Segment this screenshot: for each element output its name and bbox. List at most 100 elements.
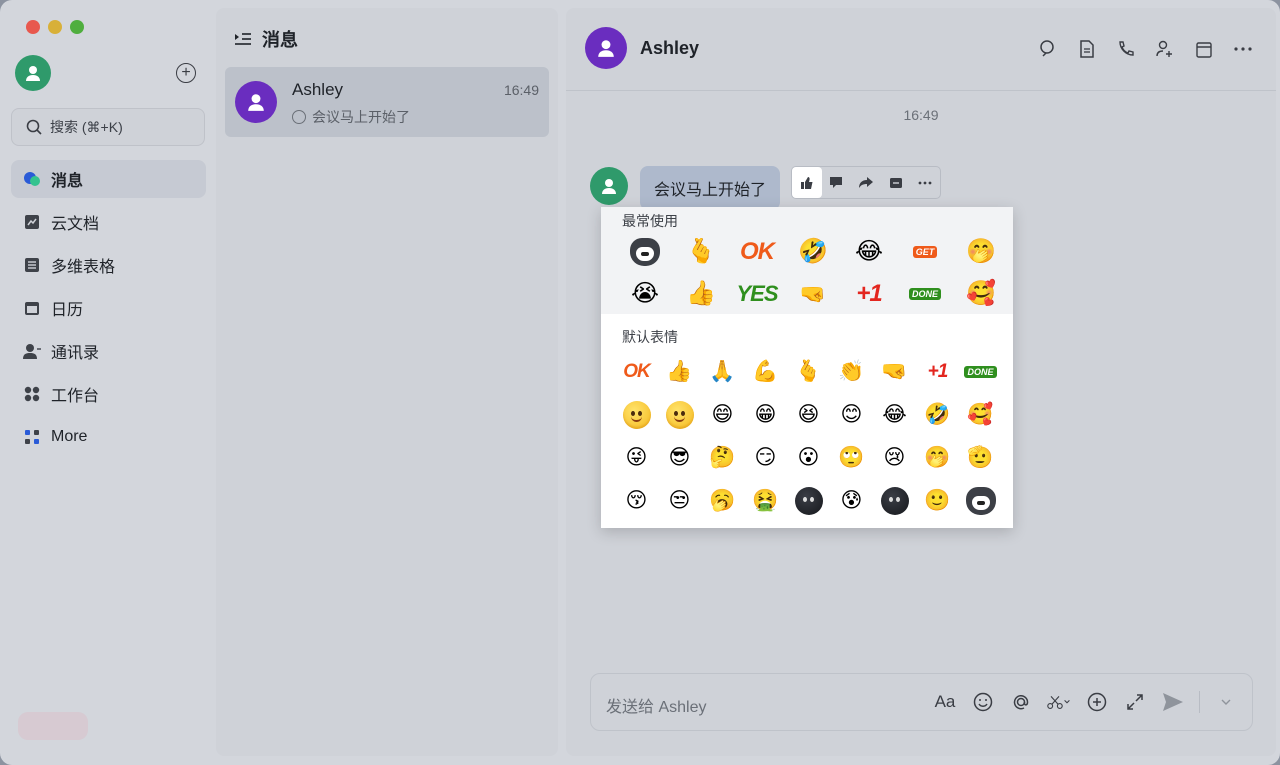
emoji-face[interactable]: 😄: [701, 393, 744, 436]
more-dots-icon: [918, 181, 932, 184]
emoji-done[interactable]: DONE: [897, 273, 953, 315]
emoji-face[interactable]: 😰: [830, 479, 873, 522]
default-section-title: 默认表情: [622, 329, 678, 345]
emoji-face[interactable]: [787, 479, 830, 522]
nav-item-label: 消息: [51, 173, 84, 190]
emoji-face[interactable]: 😜: [615, 436, 658, 479]
emoji-laugh[interactable]: 😂: [841, 231, 897, 273]
emoji-face[interactable]: [658, 393, 701, 436]
add-member-button[interactable]: [1154, 38, 1176, 60]
nav-item-cloud-docs[interactable]: 云文档: [11, 203, 206, 241]
emoji-thumbs-up[interactable]: 👍: [658, 350, 701, 393]
search-chat-button[interactable]: [1037, 38, 1059, 60]
emoji-heart-hug[interactable]: 🥰: [953, 273, 1009, 315]
nav-item-messages[interactable]: 消息: [11, 160, 206, 198]
user-avatar[interactable]: [15, 55, 51, 91]
docs-button[interactable]: [1076, 38, 1098, 60]
loudly-crying-icon: 😭: [630, 280, 660, 307]
search-box[interactable]: 搜索 (⌘+K): [11, 108, 205, 146]
create-new-button[interactable]: +: [176, 63, 196, 83]
emoji-face[interactable]: 🙂: [916, 479, 959, 522]
emoji-plus-one[interactable]: +1: [916, 350, 959, 393]
tears-of-joy-icon: 😂: [854, 238, 884, 265]
ok-sticker-text: OK: [740, 238, 775, 265]
emoji-face[interactable]: 🤭: [916, 436, 959, 479]
screenshot-button[interactable]: [1047, 690, 1071, 714]
emoji-face[interactable]: 😮: [787, 436, 830, 479]
nav-item-calendar[interactable]: 日历: [11, 289, 206, 327]
emoji-face[interactable]: 😏: [744, 436, 787, 479]
emoji-done[interactable]: DONE: [959, 350, 1002, 393]
pin-button[interactable]: [881, 167, 911, 198]
emoji-ok[interactable]: OK: [729, 231, 785, 273]
emoji-face[interactable]: 🥰: [959, 393, 1002, 436]
search-placeholder: 搜索 (⌘+K): [50, 119, 123, 135]
zoom-window-button[interactable]: [70, 20, 84, 34]
call-button[interactable]: [1115, 38, 1137, 60]
emoji-cry[interactable]: 😭: [617, 273, 673, 315]
emoji-face[interactable]: 😁: [744, 393, 787, 436]
emoji-ok[interactable]: OK: [615, 350, 658, 393]
conversation-item[interactable]: Ashley 16:49 会议马上开始了: [225, 67, 549, 137]
collapse-list-icon[interactable]: [234, 32, 252, 46]
emoji-face[interactable]: 😎: [658, 436, 701, 479]
emoji-clap[interactable]: 👏: [830, 350, 873, 393]
emoji-face[interactable]: 😊: [830, 393, 873, 436]
emoji-face[interactable]: 🤮: [744, 479, 787, 522]
emoji-face[interactable]: [873, 479, 916, 522]
emoji-face[interactable]: 🫡: [959, 436, 1002, 479]
plus-circle-icon: [1087, 692, 1107, 712]
emoji-face[interactable]: 😆: [787, 393, 830, 436]
hand-over-mouth-icon: 🤭: [924, 446, 951, 469]
nav-item-label: 日历: [51, 302, 84, 319]
nav-item-more[interactable]: More: [11, 418, 206, 456]
emoji-husky[interactable]: [617, 231, 673, 273]
fist-bump-icon: 🤜: [799, 282, 827, 306]
text-format-button[interactable]: Aa: [933, 690, 957, 714]
chat-avatar[interactable]: [585, 27, 627, 69]
emoji-face[interactable]: 🙄: [830, 436, 873, 479]
message-more-button[interactable]: [910, 167, 940, 198]
emoji-thumbs-up[interactable]: 👍: [673, 273, 729, 315]
nav-item-contacts[interactable]: 通讯录: [11, 332, 206, 370]
nav-item-workplace[interactable]: 工作台: [11, 375, 206, 413]
add-attachment-button[interactable]: [1085, 690, 1109, 714]
emoji-yes[interactable]: YES: [729, 273, 785, 315]
emoji-plus-one[interactable]: +1: [841, 273, 897, 315]
message-bubble[interactable]: 会议马上开始了: [640, 166, 781, 210]
emoji-face[interactable]: 😒: [658, 479, 701, 522]
surprised-face-icon: 😮: [797, 446, 820, 469]
emoji-finger-heart[interactable]: 🫰: [787, 350, 830, 393]
emoji-finger-heart[interactable]: 🫰: [673, 231, 729, 273]
sender-avatar[interactable]: [590, 167, 628, 205]
expand-editor-button[interactable]: [1123, 690, 1147, 714]
emoji-shy[interactable]: 🤭: [953, 231, 1009, 273]
emoji-get[interactable]: GET: [897, 231, 953, 273]
emoji-face[interactable]: 🥱: [701, 479, 744, 522]
emoji-husky[interactable]: [959, 479, 1002, 522]
nav-item-base[interactable]: 多维表格: [11, 246, 206, 284]
emoji-pray[interactable]: 🙏: [701, 350, 744, 393]
emoji-laugh-cry[interactable]: 🤣: [785, 231, 841, 273]
reply-button[interactable]: [822, 167, 852, 198]
emoji-face[interactable]: [615, 393, 658, 436]
emoji-face[interactable]: 🤣: [916, 393, 959, 436]
message-input-box[interactable]: 发送给 Ashley Aa: [590, 673, 1253, 731]
emoji-face[interactable]: 😚: [615, 479, 658, 522]
reaction-button[interactable]: [792, 167, 822, 198]
emoji-muscle[interactable]: 💪: [744, 350, 787, 393]
emoji-face[interactable]: 😂: [873, 393, 916, 436]
mention-button[interactable]: [1009, 690, 1033, 714]
calendar-event-button[interactable]: [1193, 38, 1215, 60]
send-options-button[interactable]: [1214, 690, 1238, 714]
emoji-face[interactable]: 😢: [873, 436, 916, 479]
send-button[interactable]: [1161, 690, 1185, 714]
close-window-button[interactable]: [26, 20, 40, 34]
more-options-button[interactable]: [1232, 38, 1254, 60]
forward-button[interactable]: [851, 167, 881, 198]
emoji-face[interactable]: 🤔: [701, 436, 744, 479]
emoji-button[interactable]: [971, 690, 995, 714]
minimize-window-button[interactable]: [48, 20, 62, 34]
emoji-fist-bump[interactable]: 🤜: [873, 350, 916, 393]
emoji-fist-bump[interactable]: 🤜: [785, 273, 841, 315]
